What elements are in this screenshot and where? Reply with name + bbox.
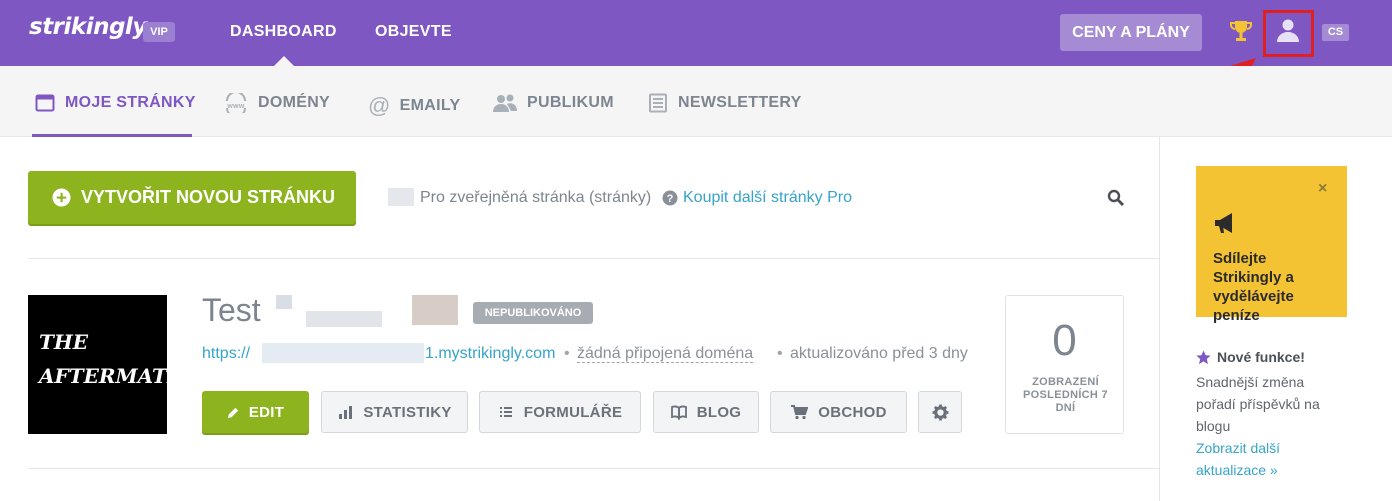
user-account-icon[interactable] <box>1276 18 1300 42</box>
redacted-title <box>412 295 458 325</box>
tab-emails[interactable]: @ EMAILY <box>368 93 460 119</box>
divider <box>28 468 1160 469</box>
domain-status[interactable]: žádná připojená doména <box>577 345 754 363</box>
tab-newsletters[interactable]: NEWSLETTERY <box>648 93 802 113</box>
language-switch[interactable]: CS <box>1322 24 1349 41</box>
blog-label: BLOG <box>696 403 742 421</box>
more-updates-link[interactable]: Zobrazit další aktualizace » <box>1196 437 1346 481</box>
redacted-count <box>388 188 414 206</box>
trophy-icon[interactable] <box>1229 19 1253 45</box>
forms-button[interactable]: FORMULÁŘE <box>479 391 641 433</box>
nav-discover[interactable]: OBJEVTE <box>375 23 452 41</box>
domain-status-text: žádná připojená doména <box>577 345 754 363</box>
redacted-title <box>276 295 292 309</box>
plus-circle-icon <box>52 188 71 207</box>
shop-label: OBCHOD <box>818 403 887 421</box>
at-icon: @ <box>368 93 391 118</box>
statistics-label: STATISTIKY <box>363 403 452 421</box>
blog-button[interactable]: BLOG <box>653 391 759 433</box>
thumbnail-line: THE <box>39 330 89 354</box>
views-count: 0 <box>1052 316 1077 365</box>
new-features-body: Snadnější změna pořadí příspěvků na blog… <box>1196 374 1320 434</box>
statistics-button[interactable]: STATISTIKY <box>321 391 468 433</box>
redacted-title <box>306 311 382 327</box>
sub-navigation: MOJE STRÁNKY www DOMÉNY @ EMAILY PUBLIKU… <box>0 66 1392 137</box>
users-icon <box>493 94 517 112</box>
tab-label: PUBLIKUM <box>527 94 614 111</box>
active-nav-caret <box>274 56 294 66</box>
tab-label: NEWSLETTERY <box>678 94 802 111</box>
search-icon[interactable] <box>1107 189 1125 207</box>
site-url-prefix[interactable]: https:// <box>202 345 250 363</box>
strikingly-logo[interactable]: strikingly <box>29 14 147 40</box>
gear-icon <box>932 404 948 420</box>
nav-dashboard[interactable]: DASHBOARD <box>230 23 337 41</box>
book-icon <box>670 405 687 420</box>
forms-label: FORMULÁŘE <box>523 403 623 421</box>
views-stats-box[interactable]: 0 ZOBRAZENÍ POSLEDNÍCH 7 DNÍ <box>1005 295 1124 434</box>
buy-pro-sites-link[interactable]: Koupit další stránky Pro <box>683 189 852 207</box>
www-icon: www <box>226 93 246 113</box>
cart-icon <box>791 405 809 420</box>
unpublished-badge: NEPUBLIKOVÁNO <box>473 302 593 324</box>
tab-label: DOMÉNY <box>258 94 331 111</box>
site-url-suffix[interactable]: 1.mystrikingly.com <box>425 345 555 363</box>
new-features-title: Nové funkce! <box>1196 349 1305 365</box>
tab-label: MOJE STRÁNKY <box>65 94 196 111</box>
star-icon <box>1196 349 1211 364</box>
active-tab-underline <box>32 134 192 137</box>
close-icon[interactable]: × <box>1318 180 1327 198</box>
divider <box>28 258 1160 259</box>
bar-chart-icon <box>339 406 353 419</box>
question-icon[interactable]: ? <box>662 190 678 206</box>
site-thumbnail[interactable]: THE AFTERMATH <box>28 295 186 434</box>
browser-icon <box>35 94 55 112</box>
new-features-label: Nové funkce! <box>1217 349 1305 365</box>
thumbnail-line: AFTERMATH <box>39 364 186 388</box>
megaphone-icon <box>1215 213 1232 233</box>
create-new-site-button[interactable]: VYTVOŘIT NOVOU STRÁNKU <box>28 171 356 224</box>
tab-my-sites[interactable]: MOJE STRÁNKY <box>35 93 196 113</box>
edit-button[interactable]: EDIT <box>202 391 309 433</box>
pricing-plans-button[interactable]: CENY A PLÁNY <box>1060 14 1202 51</box>
tab-domains[interactable]: www DOMÉNY <box>224 93 330 113</box>
pro-sites-text: Pro zveřejněná stránka (stránky) <box>420 189 652 206</box>
shop-button[interactable]: OBCHOD <box>770 391 907 433</box>
separator-dot: • <box>564 345 570 362</box>
site-settings-button[interactable] <box>918 391 962 433</box>
promo-text: Sdílejte Strikingly a vydělávejte peníze <box>1213 250 1294 324</box>
separator-dot: • <box>777 345 783 362</box>
updated-text: aktualizováno před 3 dny <box>790 345 968 362</box>
svg-text:?: ? <box>667 193 674 205</box>
pencil-icon <box>227 407 238 418</box>
newsletter-icon <box>649 93 667 113</box>
redacted-url <box>262 343 424 363</box>
create-button-label: VYTVOŘIT NOVOU STRÁNKU <box>81 187 336 207</box>
site-title[interactable]: Test <box>202 292 261 329</box>
svg-text:www: www <box>226 103 244 110</box>
list-icon <box>499 407 512 417</box>
views-label: ZOBRAZENÍ POSLEDNÍCH 7 DNÍ <box>1023 376 1108 414</box>
vip-badge: VIP <box>143 22 175 42</box>
edit-label: EDIT <box>248 403 285 421</box>
tab-audience[interactable]: PUBLIKUM <box>493 93 614 113</box>
tab-label: EMAILY <box>399 97 461 114</box>
sidebar-divider <box>1159 137 1160 501</box>
